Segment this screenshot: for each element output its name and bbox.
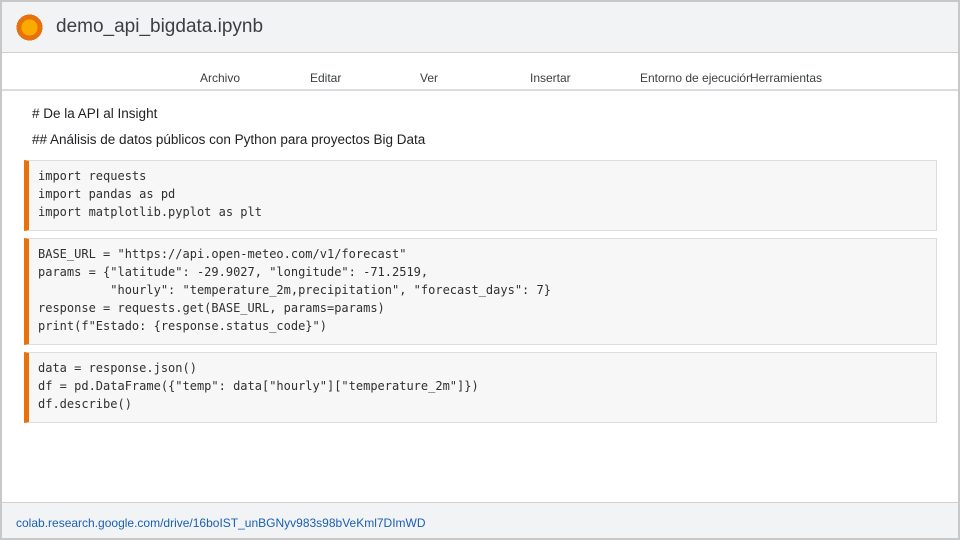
code-line: response = requests.get(BASE_URL, params… (38, 301, 385, 315)
menu-archivo[interactable]: Archivo (200, 71, 240, 85)
code-line: data = response.json() (38, 361, 197, 375)
title-bar: demo_api_bigdata.ipynb (2, 2, 958, 53)
code-line: BASE_URL = "https://api.open-meteo.com/v… (38, 247, 407, 261)
code-line: df = pd.DataFrame({"temp": data["hourly"… (38, 379, 479, 393)
menu-editar[interactable]: Editar (310, 71, 341, 85)
menu-insertar[interactable]: Insertar (530, 71, 571, 85)
notebook-content: # De la API al Insight ## Análisis de da… (2, 93, 958, 502)
code-cell-imports[interactable]: import requests import pandas as pd impo… (24, 160, 937, 231)
code-line: import pandas as pd (38, 187, 176, 201)
colab-logo-icon (16, 14, 43, 41)
menu-bar: Archivo Editar Ver Insertar Entorno de e… (2, 54, 958, 91)
code-line: import requests (38, 169, 147, 183)
menu-herramientas[interactable]: Herramientas (750, 71, 822, 85)
menu-entorno-de-ejecucion[interactable]: Entorno de ejecución (640, 71, 753, 85)
markdown-heading-1: # De la API al Insight (32, 106, 158, 121)
code-line: print(f"Estado: {response.status_code}") (38, 319, 327, 333)
code-cell-dataframe[interactable]: data = response.json() df = pd.DataFrame… (24, 352, 937, 423)
menu-ver[interactable]: Ver (420, 71, 438, 85)
code-cell-request[interactable]: BASE_URL = "https://api.open-meteo.com/v… (24, 238, 937, 345)
markdown-heading-2: ## Análisis de datos públicos con Python… (32, 132, 426, 147)
notebook-title[interactable]: demo_api_bigdata.ipynb (56, 16, 263, 38)
code-line: import matplotlib.pyplot as plt (38, 205, 262, 219)
code-line: params = {"latitude": -29.9027, "longitu… (38, 265, 429, 279)
status-bar: colab.research.google.com/drive/16boIST_… (2, 502, 958, 538)
code-line: "hourly": "temperature_2m,precipitation"… (38, 283, 551, 297)
notebook-url-link[interactable]: colab.research.google.com/drive/16boIST_… (16, 516, 426, 530)
code-line: df.describe() (38, 397, 132, 411)
